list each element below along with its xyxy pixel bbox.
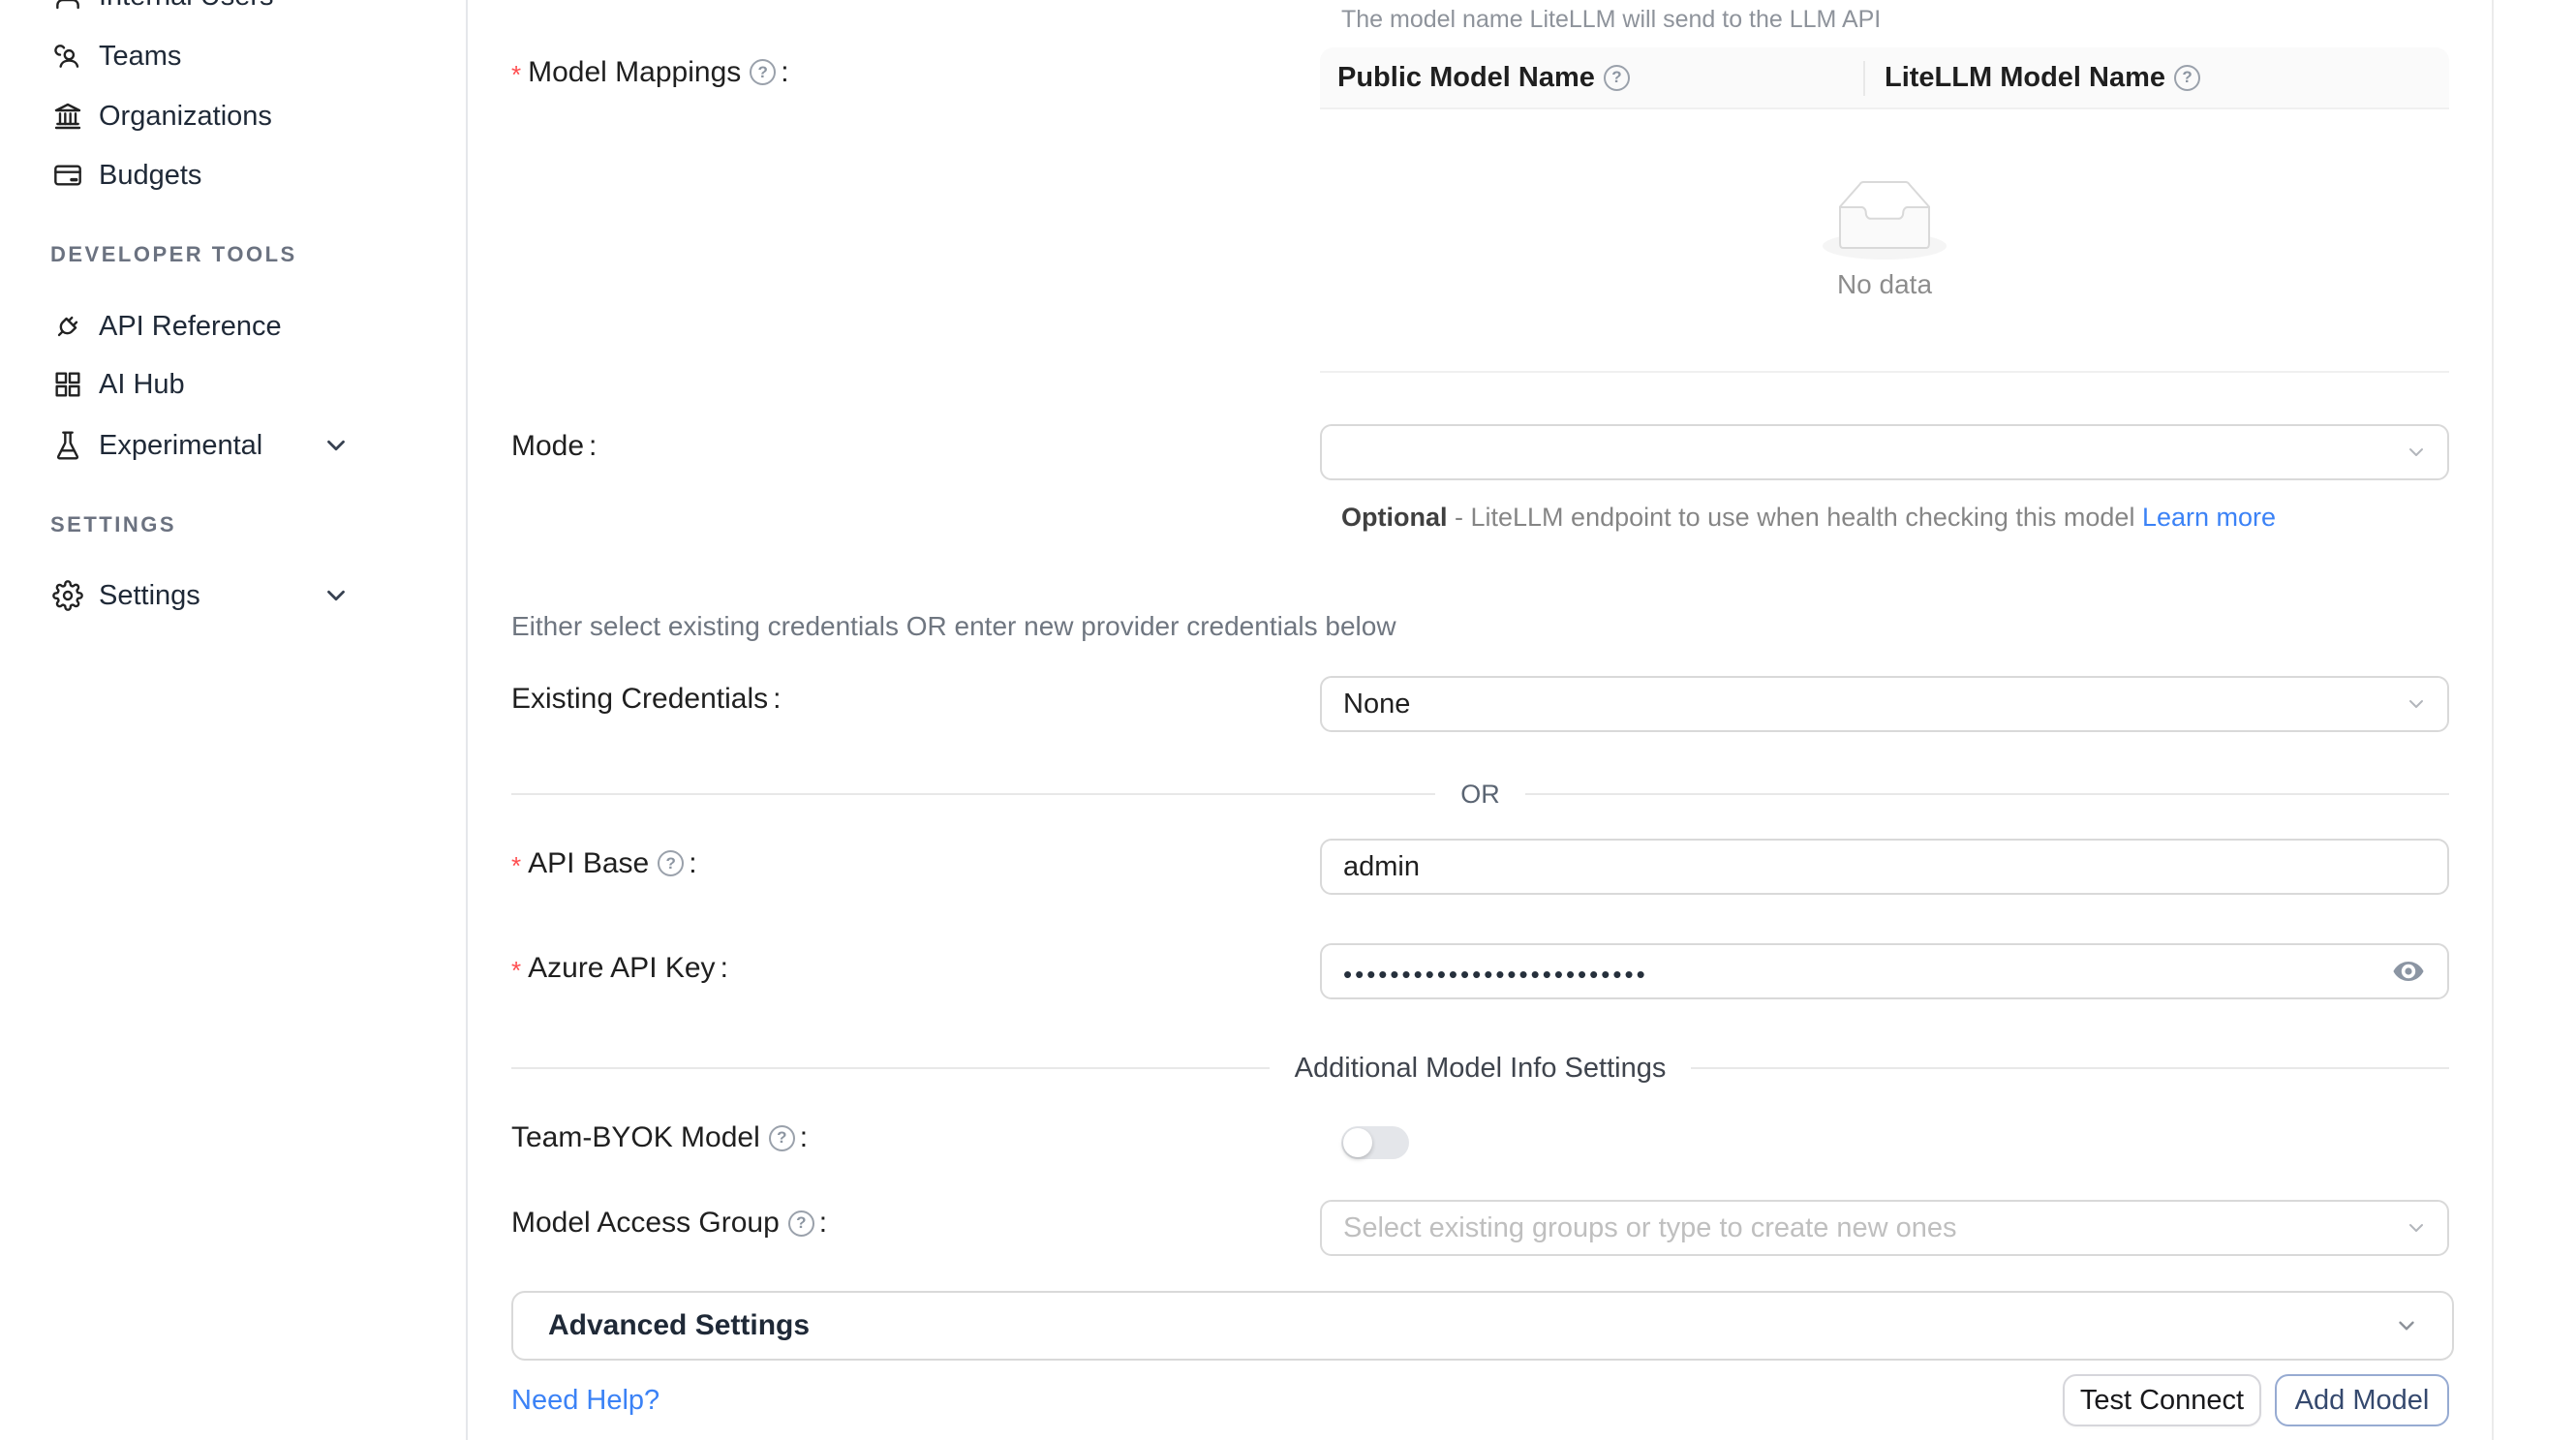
api-base-input[interactable]: admin xyxy=(1320,839,2449,895)
sidebar-item-experimental[interactable]: Experimental xyxy=(0,416,466,475)
add-model-page: Internal Users Teams Organizations Budge… xyxy=(0,0,2576,1440)
chevron-down-icon xyxy=(2405,441,2428,464)
masked-password: •••••••••••••••••••••••••• xyxy=(1343,960,1648,990)
chevron-down-icon xyxy=(2405,692,2428,716)
flask-icon xyxy=(52,430,83,461)
team-byok-toggle[interactable] xyxy=(1341,1126,1409,1159)
user-icon xyxy=(52,0,83,12)
sidebar-item-label: Internal Users xyxy=(99,0,274,13)
learn-more-link[interactable]: Learn more xyxy=(2142,503,2276,532)
existing-credentials-label: Existing Credentials: xyxy=(511,683,781,716)
add-model-button[interactable]: Add Model xyxy=(2275,1374,2449,1426)
existing-credentials-select[interactable]: None xyxy=(1320,676,2449,732)
sidebar-item-teams[interactable]: Teams xyxy=(0,27,466,85)
sidebar-item-label: Organizations xyxy=(99,101,272,133)
chevron-down-icon xyxy=(322,581,351,610)
sidebar-item-ai-hub[interactable]: AI Hub xyxy=(0,355,466,414)
help-circle-icon[interactable]: ? xyxy=(1604,65,1630,91)
azure-api-key-input[interactable]: •••••••••••••••••••••••••• xyxy=(1320,943,2449,999)
required-asterisk: * xyxy=(511,60,521,90)
help-circle-icon[interactable]: ? xyxy=(769,1125,795,1151)
model-mappings-table: Public Model Name ? LiteLLM Model Name ?… xyxy=(1320,47,2449,373)
no-data-text: No data xyxy=(1837,269,1932,300)
sidebar-item-internal-users[interactable]: Internal Users xyxy=(0,0,466,25)
column-public-model-name: Public Model Name ? xyxy=(1320,47,1863,107)
team-byok-label: Team-BYOK Model ? : xyxy=(511,1121,808,1154)
additional-info-divider: Additional Model Info Settings xyxy=(511,1054,2449,1083)
column-litellm-model-name: LiteLLM Model Name ? xyxy=(1863,47,2449,107)
sidebar-item-label: Budgets xyxy=(99,160,201,192)
table-header: Public Model Name ? LiteLLM Model Name ? xyxy=(1320,47,2449,109)
mode-select[interactable] xyxy=(1320,424,2449,480)
mode-helper-text: Optional - LiteLLM endpoint to use when … xyxy=(1341,498,2431,536)
eye-icon[interactable] xyxy=(2391,957,2426,986)
sidebar-section-settings: SETTINGS xyxy=(50,512,176,537)
empty-box-icon xyxy=(1823,180,1947,260)
table-empty-state: No data xyxy=(1320,109,2449,373)
credit-card-icon xyxy=(52,160,83,191)
chevron-down-icon xyxy=(2405,1216,2428,1240)
required-asterisk: * xyxy=(511,956,521,986)
bank-icon xyxy=(52,101,83,132)
gear-icon xyxy=(52,580,83,611)
sidebar-item-organizations[interactable]: Organizations xyxy=(0,87,466,145)
help-circle-icon[interactable]: ? xyxy=(658,850,684,876)
grid-icon xyxy=(52,369,83,400)
chevron-down-icon xyxy=(322,431,351,460)
add-model-form: The model name LiteLLM will send to the … xyxy=(468,0,2492,1440)
required-asterisk: * xyxy=(511,851,521,881)
header-separator xyxy=(1863,61,1865,96)
sidebar-item-label: Settings xyxy=(99,580,200,612)
api-base-label: * API Base ? : xyxy=(511,845,697,881)
sidebar-item-label: AI Hub xyxy=(99,369,185,401)
sidebar-item-settings[interactable]: Settings xyxy=(0,567,466,625)
litellm-model-name-helper: The model name LiteLLM will send to the … xyxy=(1341,6,1881,34)
teams-icon xyxy=(52,41,83,72)
credentials-note: Either select existing credentials OR en… xyxy=(511,611,1396,642)
model-access-group-select[interactable]: Select existing groups or type to create… xyxy=(1320,1200,2449,1256)
toggle-knob xyxy=(1343,1128,1372,1157)
or-divider: OR xyxy=(511,780,2449,809)
mode-label: Mode: xyxy=(511,430,597,463)
help-circle-icon[interactable]: ? xyxy=(750,59,776,85)
sidebar-item-label: Teams xyxy=(99,41,181,73)
sidebar: Internal Users Teams Organizations Budge… xyxy=(0,0,468,1440)
plug-icon xyxy=(52,311,83,342)
advanced-settings-panel[interactable]: Advanced Settings xyxy=(511,1291,2454,1361)
need-help-link[interactable]: Need Help? xyxy=(511,1385,659,1417)
test-connect-button[interactable]: Test Connect xyxy=(2063,1374,2261,1426)
help-circle-icon[interactable]: ? xyxy=(788,1210,814,1237)
azure-api-key-label: * Azure API Key : xyxy=(511,950,728,986)
advanced-settings-label: Advanced Settings xyxy=(548,1309,810,1342)
sidebar-item-label: Experimental xyxy=(99,430,262,462)
sidebar-section-developer-tools: DEVELOPER TOOLS xyxy=(50,242,297,267)
model-access-group-label: Model Access Group ? : xyxy=(511,1207,827,1240)
chevron-down-icon xyxy=(2394,1313,2419,1338)
sidebar-item-budgets[interactable]: Budgets xyxy=(0,146,466,204)
page-right-divider xyxy=(2492,0,2494,1440)
sidebar-item-api-reference[interactable]: API Reference xyxy=(0,297,466,355)
model-mappings-label: * Model Mappings ? : xyxy=(511,54,789,90)
sidebar-item-label: API Reference xyxy=(99,311,282,343)
help-circle-icon[interactable]: ? xyxy=(2174,65,2200,91)
